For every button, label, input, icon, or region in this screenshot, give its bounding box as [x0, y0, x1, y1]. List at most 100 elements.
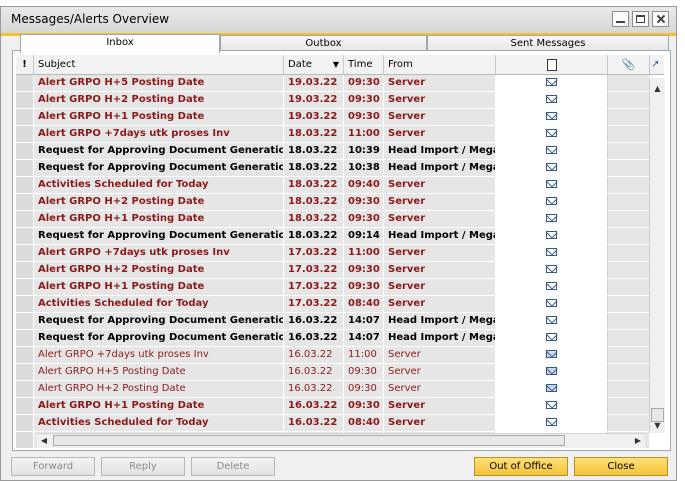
- row-indicator: [16, 381, 34, 397]
- scroll-down-icon[interactable]: ▼: [650, 418, 665, 433]
- row-indicator: [16, 330, 34, 346]
- scroll-right-icon[interactable]: ▶: [631, 434, 645, 448]
- row-message-icon: [496, 415, 608, 431]
- envelope-icon[interactable]: [545, 146, 557, 154]
- button-label: Close: [607, 461, 635, 472]
- envelope-icon[interactable]: [545, 78, 557, 86]
- row-time: 14:07: [344, 330, 384, 346]
- row-time: 10:39: [344, 143, 384, 159]
- scroll-up-icon[interactable]: ▲: [650, 81, 665, 96]
- table-row[interactable]: Alert GRPO H+2 Posting Date 16.03.22 09:30…: [16, 381, 650, 398]
- envelope-icon[interactable]: [545, 282, 557, 290]
- row-date: 18.03.22: [284, 211, 344, 227]
- table-row[interactable]: Activities Scheduled for Today 17.03.22 08…: [16, 296, 650, 313]
- envelope-icon[interactable]: [545, 180, 557, 188]
- col-subject[interactable]: Subject: [34, 55, 284, 74]
- table-row[interactable]: Alert GRPO H+2 Posting Date 19.03.22 09:30…: [16, 92, 650, 109]
- envelope-icon[interactable]: [545, 214, 557, 222]
- vertical-scrollbar[interactable]: ▲ ▼: [649, 78, 665, 433]
- table-row[interactable]: Alert GRPO +7days utk proses Inv 17.03.22…: [16, 245, 650, 262]
- col-attachment[interactable]: 📎: [608, 55, 650, 74]
- row-date: 18.03.22: [284, 126, 344, 142]
- table-row[interactable]: Request for Approving Document Generatio…: [16, 143, 650, 160]
- row-message-icon: [496, 296, 608, 312]
- table-row[interactable]: Alert GRPO H+1 Posting Date 17.03.22 09:30…: [16, 279, 650, 296]
- row-message-icon: [496, 126, 608, 142]
- row-time: 10:38: [344, 160, 384, 176]
- minimize-icon[interactable]: [612, 11, 629, 27]
- hscroll-thumb[interactable]: [53, 435, 565, 446]
- table-row[interactable]: Request for Approving Document Generatio…: [16, 228, 650, 245]
- envelope-icon[interactable]: [545, 248, 557, 256]
- forward-button[interactable]: Forward: [11, 457, 95, 476]
- envelope-icon[interactable]: [545, 299, 557, 307]
- row-attachment: [608, 126, 650, 142]
- col-indicator[interactable]: !: [16, 55, 34, 74]
- maximize-icon[interactable]: [632, 11, 649, 27]
- envelope-icon[interactable]: [545, 129, 557, 137]
- envelope-icon[interactable]: [545, 265, 557, 273]
- col-time[interactable]: Time: [344, 55, 384, 74]
- table-row[interactable]: Request for Approving Document Generatio…: [16, 160, 650, 177]
- open-envelope-icon[interactable]: [545, 384, 557, 392]
- row-from: Server: [384, 415, 496, 431]
- col-document[interactable]: [496, 55, 608, 74]
- table-row[interactable]: Activities Scheduled for Today 16.03.22 08…: [16, 415, 650, 432]
- row-time: 09:30: [344, 381, 384, 397]
- tab-inbox[interactable]: Inbox: [20, 34, 220, 53]
- envelope-icon[interactable]: [545, 112, 557, 120]
- expand-arrow-icon[interactable]: ↗: [650, 55, 666, 74]
- row-message-icon: [496, 330, 608, 346]
- row-attachment: [608, 143, 650, 159]
- open-envelope-icon[interactable]: [545, 350, 557, 358]
- envelope-icon[interactable]: [545, 231, 557, 239]
- table-row[interactable]: Activities Scheduled for Today 18.03.22 09…: [16, 177, 650, 194]
- envelope-icon[interactable]: [545, 418, 557, 426]
- horizontal-scrollbar[interactable]: ◀ ▶: [37, 433, 645, 448]
- table-row[interactable]: Alert GRPO +7days utk proses Inv 18.03.22…: [16, 126, 650, 143]
- row-attachment: [608, 177, 650, 193]
- table-row[interactable]: Alert GRPO H+2 Posting Date 18.03.22 09:30…: [16, 194, 650, 211]
- row-subject: Request for Approving Document Generatio…: [34, 160, 284, 176]
- row-from: Server: [384, 109, 496, 125]
- close-button[interactable]: Close: [574, 457, 668, 476]
- table-row[interactable]: Alert GRPO H+1 Posting Date 16.03.22 09:30…: [16, 398, 650, 415]
- out-of-office-button[interactable]: Out of Office: [474, 457, 568, 476]
- envelope-icon[interactable]: [545, 197, 557, 205]
- row-indicator: [16, 415, 34, 431]
- envelope-icon[interactable]: [545, 95, 557, 103]
- table-row[interactable]: Request for Approving Document Generatio…: [16, 330, 650, 347]
- title-bar[interactable]: Messages/Alerts Overview: [1, 7, 676, 36]
- col-date[interactable]: Date ▼: [284, 55, 344, 74]
- delete-button[interactable]: Delete: [191, 457, 275, 476]
- table-row[interactable]: Alert GRPO +7days utk proses Inv 16.03.22…: [16, 347, 650, 364]
- row-indicator: [16, 347, 34, 363]
- open-envelope-icon[interactable]: [545, 367, 557, 375]
- table-row[interactable]: Alert GRPO H+5 Posting Date 16.03.22 09:30…: [16, 364, 650, 381]
- row-from: Head Import / Mega: [384, 143, 496, 159]
- envelope-icon[interactable]: [545, 163, 557, 171]
- row-attachment: [608, 398, 650, 414]
- row-time: 09:14: [344, 228, 384, 244]
- row-time: 09:30: [344, 75, 384, 91]
- table-row[interactable]: Alert GRPO H+2 Posting Date 17.03.22 09:30…: [16, 262, 650, 279]
- row-indicator: [16, 143, 34, 159]
- close-icon[interactable]: [652, 11, 669, 27]
- table-row[interactable]: Request for Approving Document Generatio…: [16, 313, 650, 330]
- col-from[interactable]: From: [384, 55, 496, 74]
- envelope-icon[interactable]: [545, 316, 557, 324]
- row-indicator: [16, 364, 34, 380]
- row-date: 16.03.22: [284, 347, 344, 363]
- table-row[interactable]: Alert GRPO H+1 Posting Date 19.03.22 09:30…: [16, 109, 650, 126]
- envelope-icon[interactable]: [545, 401, 557, 409]
- row-time: 09:30: [344, 279, 384, 295]
- row-message-icon: [496, 143, 608, 159]
- row-message-icon: [496, 347, 608, 363]
- table-row[interactable]: Alert GRPO H+1 Posting Date 18.03.22 09:30…: [16, 211, 650, 228]
- reply-button[interactable]: Reply: [101, 457, 185, 476]
- table-row[interactable]: Alert GRPO H+5 Posting Date 19.03.22 09:30…: [16, 75, 650, 92]
- row-from: Server: [384, 279, 496, 295]
- scroll-left-icon[interactable]: ◀: [37, 434, 51, 448]
- envelope-icon[interactable]: [545, 333, 557, 341]
- row-from: Head Import / Mega: [384, 228, 496, 244]
